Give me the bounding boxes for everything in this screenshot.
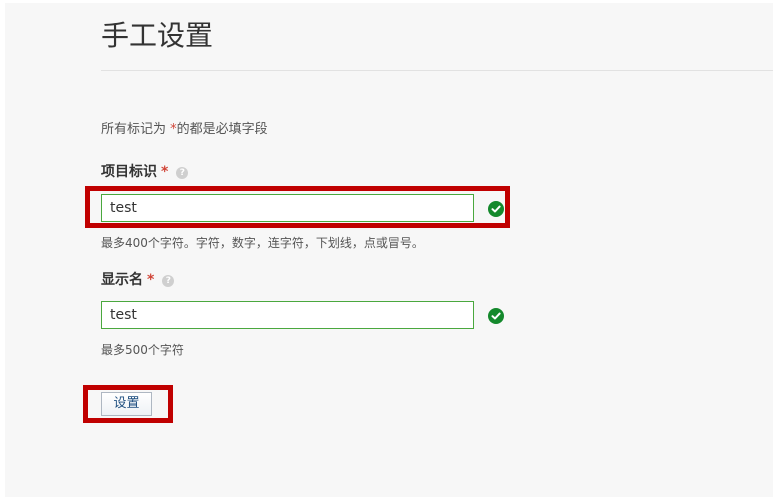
title-divider <box>101 70 773 71</box>
project-key-highlight-box <box>85 186 510 228</box>
project-key-label: 项目标识 *? <box>101 163 189 181</box>
display-name-hint: 最多500个字符 <box>101 343 184 357</box>
page-title: 手工设置 <box>101 19 214 52</box>
display-name-label-text: 显示名 <box>101 272 143 288</box>
required-note-prefix: 所有标记为 <box>101 122 171 137</box>
required-fields-note: 所有标记为 *的都是必填字段 <box>101 121 268 139</box>
question-circle-icon[interactable]: ? <box>176 167 189 179</box>
display-name-input[interactable] <box>101 301 474 329</box>
project-key-hint: 最多400个字符。字符，数字，连字符，下划线，点或冒号。 <box>101 236 424 250</box>
required-star: * <box>147 272 155 288</box>
set-button-highlight-box <box>83 385 173 423</box>
required-note-suffix: 的都是必填字段 <box>176 122 268 137</box>
required-star: * <box>161 164 169 180</box>
display-name-label: 显示名 *? <box>101 271 175 289</box>
project-key-label-text: 项目标识 <box>101 164 157 180</box>
question-circle-icon[interactable]: ? <box>162 275 175 287</box>
check-circle-icon <box>488 308 504 324</box>
